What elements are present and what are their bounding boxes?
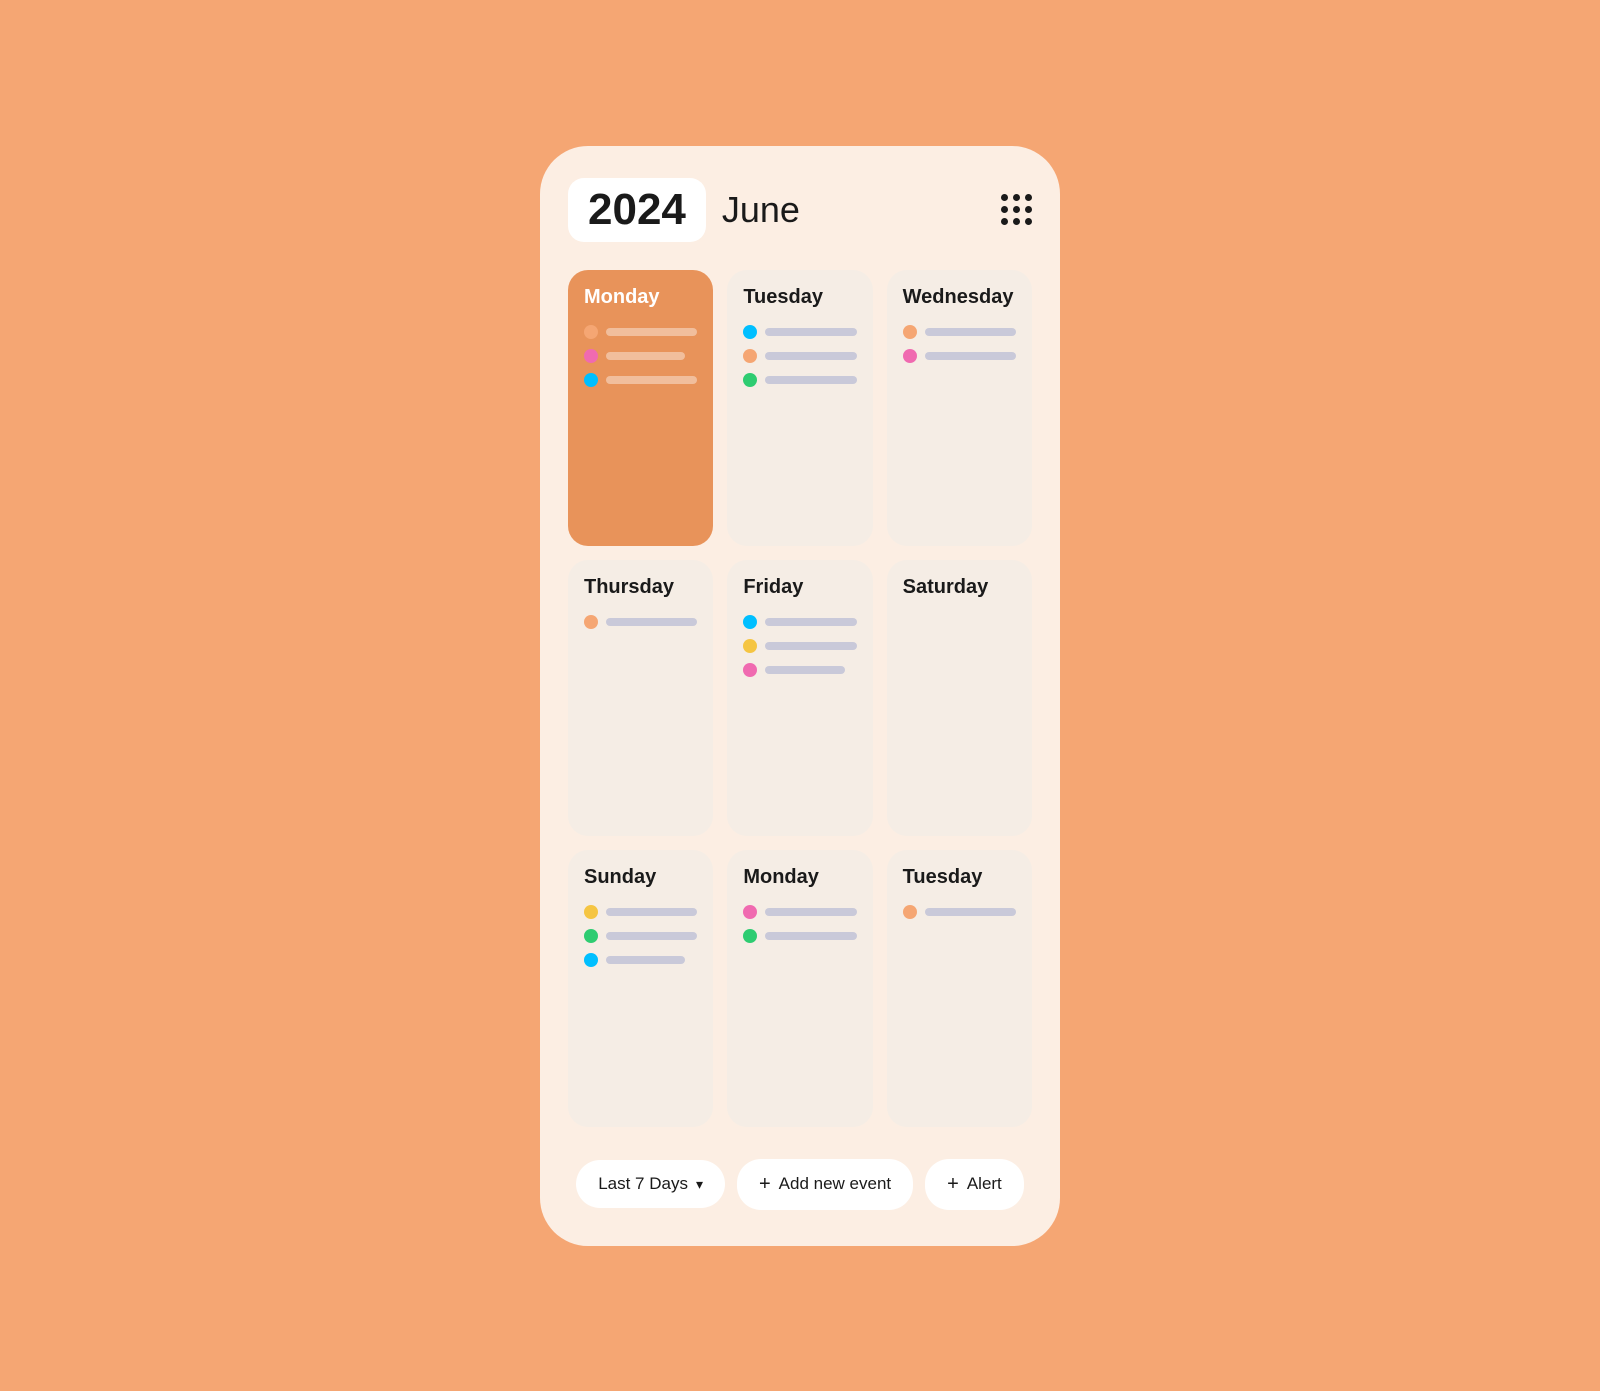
day-card-tuesday-1[interactable]: Tuesday — [727, 270, 872, 546]
day-name: Tuesday — [743, 286, 856, 309]
event-item — [903, 325, 1016, 339]
day-name: Wednesday — [903, 286, 1016, 309]
alert-button[interactable]: + Alert — [925, 1159, 1024, 1210]
event-dot — [584, 373, 598, 387]
grid-dot — [1013, 218, 1020, 225]
event-line — [925, 328, 1016, 336]
event-line — [606, 328, 697, 336]
event-line — [606, 908, 697, 916]
calendar-header: 2024 June — [568, 178, 1032, 242]
event-dot — [903, 349, 917, 363]
day-card-friday-1[interactable]: Friday — [727, 560, 872, 836]
grid-dot — [1001, 206, 1008, 213]
filter-label: Last 7 Days — [598, 1174, 688, 1194]
event-dot — [584, 349, 598, 363]
event-line — [765, 352, 856, 360]
day-name: Tuesday — [903, 866, 1016, 889]
day-card-tuesday-2[interactable]: Tuesday — [887, 850, 1032, 1126]
bottom-bar: Last 7 Days ▾ + Add new event + Alert — [568, 1159, 1032, 1210]
event-item — [584, 349, 697, 363]
day-name: Saturday — [903, 576, 1016, 599]
event-item — [584, 929, 697, 943]
grid-dot — [1025, 218, 1032, 225]
day-name: Thursday — [584, 576, 697, 599]
day-card-monday-1[interactable]: Monday — [568, 270, 713, 546]
grid-dot — [1001, 194, 1008, 201]
grid-menu-icon[interactable] — [1001, 194, 1032, 225]
event-dot — [743, 615, 757, 629]
event-item — [743, 373, 856, 387]
year-badge: 2024 — [568, 178, 706, 242]
grid-dot — [1001, 218, 1008, 225]
event-dot — [743, 349, 757, 363]
plus-icon: + — [947, 1173, 959, 1196]
phone-container: 2024 June Monday Tuesday Wednesday Thursday… — [540, 146, 1060, 1246]
plus-icon: + — [759, 1173, 771, 1196]
event-item — [584, 953, 697, 967]
day-name: Sunday — [584, 866, 697, 889]
day-name: Monday — [584, 286, 697, 309]
event-dot — [743, 663, 757, 677]
day-name: Friday — [743, 576, 856, 599]
event-line — [925, 908, 1016, 916]
event-item — [903, 349, 1016, 363]
calendar-grid: Monday Tuesday Wednesday Thursday Friday Satu… — [568, 270, 1032, 1127]
event-line — [765, 908, 856, 916]
event-line — [925, 352, 1016, 360]
event-line — [765, 376, 856, 384]
event-line — [765, 642, 856, 650]
event-dot — [743, 929, 757, 943]
event-dot — [743, 905, 757, 919]
event-line — [765, 328, 856, 336]
event-dot — [584, 929, 598, 943]
event-item — [584, 615, 697, 629]
event-line — [606, 618, 697, 626]
event-item — [743, 325, 856, 339]
event-item — [584, 325, 697, 339]
event-item — [743, 663, 856, 677]
event-item — [743, 615, 856, 629]
event-item — [743, 639, 856, 653]
event-line — [765, 932, 856, 940]
day-card-wednesday-1[interactable]: Wednesday — [887, 270, 1032, 546]
alert-label: Alert — [967, 1174, 1002, 1194]
event-dot — [903, 325, 917, 339]
chevron-down-icon: ▾ — [696, 1176, 703, 1193]
add-event-button[interactable]: + Add new event — [737, 1159, 913, 1210]
day-card-thursday-1[interactable]: Thursday — [568, 560, 713, 836]
event-line — [765, 618, 856, 626]
event-item — [584, 373, 697, 387]
day-card-monday-2[interactable]: Monday — [727, 850, 872, 1126]
event-line — [606, 352, 685, 360]
event-item — [903, 905, 1016, 919]
event-line — [606, 932, 697, 940]
event-dot — [743, 373, 757, 387]
day-card-saturday-1[interactable]: Saturday — [887, 560, 1032, 836]
day-card-sunday-1[interactable]: Sunday — [568, 850, 713, 1126]
event-dot — [584, 325, 598, 339]
event-item — [743, 929, 856, 943]
grid-dot — [1013, 206, 1020, 213]
event-dot — [743, 639, 757, 653]
grid-dot — [1025, 206, 1032, 213]
event-line — [765, 666, 844, 674]
month-label: June — [722, 189, 800, 231]
day-name: Monday — [743, 866, 856, 889]
header-left: 2024 June — [568, 178, 800, 242]
event-item — [743, 905, 856, 919]
event-line — [606, 956, 685, 964]
event-item — [584, 905, 697, 919]
event-dot — [584, 905, 598, 919]
event-dot — [903, 905, 917, 919]
event-line — [606, 376, 697, 384]
grid-dot — [1025, 194, 1032, 201]
grid-dot — [1013, 194, 1020, 201]
event-item — [743, 349, 856, 363]
event-dot — [584, 615, 598, 629]
event-dot — [743, 325, 757, 339]
add-event-label: Add new event — [779, 1174, 891, 1194]
filter-button[interactable]: Last 7 Days ▾ — [576, 1160, 725, 1208]
event-dot — [584, 953, 598, 967]
